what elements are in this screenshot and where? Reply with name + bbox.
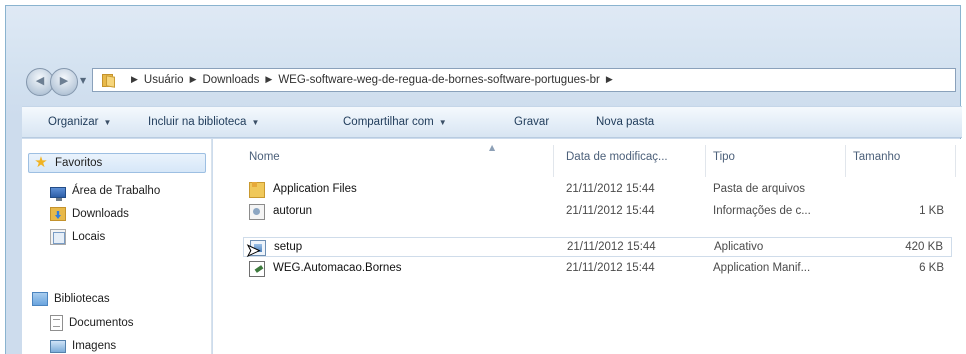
file-date: 21/11/2012 15:44 xyxy=(566,183,655,195)
nav-item-favoritos[interactable]: ★ Favoritos xyxy=(28,153,206,173)
file-row-hovered[interactable]: setup 21/11/2012 15:44 Aplicativo 420 KB xyxy=(243,237,952,257)
nav-item-imagens[interactable]: Imagens xyxy=(50,336,116,354)
nova-pasta-button[interactable]: Nova pasta xyxy=(596,116,654,128)
nav-label: Área de Trabalho xyxy=(72,185,161,197)
nav-item-downloads[interactable]: Downloads xyxy=(50,204,129,224)
star-icon: ★ xyxy=(34,154,48,171)
address-bar[interactable]: ▶ Usuário ▶ Downloads ▶ WEG-software-weg… xyxy=(92,68,956,92)
nav-item-documentos[interactable]: Documentos xyxy=(50,313,134,333)
compartilhar-button[interactable]: Compartilhar com ▼ xyxy=(343,116,447,128)
pictures-icon xyxy=(50,339,66,353)
organizar-button[interactable]: Organizar ▼ xyxy=(48,116,111,128)
incluir-label: Incluir na biblioteca xyxy=(148,116,247,128)
nav-label: Downloads xyxy=(72,208,129,220)
file-list: ▲ Nome Data de modificaç... Tipo Tamanho… xyxy=(213,139,962,354)
file-type: Aplicativo xyxy=(714,241,764,253)
recent-pages-dropdown-icon[interactable]: ▼ xyxy=(80,76,86,85)
column-header-tipo[interactable]: Tipo xyxy=(713,151,735,163)
compartilhar-label: Compartilhar com xyxy=(343,116,434,128)
column-header-tamanho[interactable]: Tamanho xyxy=(853,151,900,163)
breadcrumb-separator-icon: ▶ xyxy=(265,75,273,85)
file-name: WEG.Automacao.Bornes xyxy=(273,262,402,274)
nav-label: Imagens xyxy=(72,340,117,352)
folder-icon xyxy=(249,182,265,198)
file-name: autorun xyxy=(273,205,313,217)
file-date: 21/11/2012 15:44 xyxy=(566,205,655,217)
column-divider[interactable] xyxy=(553,145,554,177)
breadcrumb-current-folder[interactable]: WEG-software-weg-de-regua-de-bornes-soft… xyxy=(278,74,600,86)
file-row[interactable]: autorun 21/11/2012 15:44 Informações de … xyxy=(243,202,952,222)
back-arrow-icon: ◀ xyxy=(35,74,45,87)
column-divider[interactable] xyxy=(955,145,956,177)
mouse-cursor-icon: ➤ xyxy=(245,241,261,261)
nav-label: Documentos xyxy=(69,317,134,329)
file-type: Informações de c... xyxy=(713,205,811,217)
document-icon xyxy=(50,315,63,331)
column-header-data[interactable]: Data de modificaç... xyxy=(566,151,668,163)
file-size: 6 KB xyxy=(919,262,944,274)
file-type: Application Manif... xyxy=(713,262,811,274)
organizar-label: Organizar xyxy=(48,116,99,128)
file-row[interactable]: WEG.Automacao.Bornes 21/11/2012 15:44 Ap… xyxy=(243,259,952,279)
recent-places-icon xyxy=(50,229,66,245)
nav-label: Bibliotecas xyxy=(54,293,110,305)
file-name: Application Files xyxy=(273,183,357,195)
nav-item-locais[interactable]: Locais xyxy=(50,227,105,247)
nav-label: Favoritos xyxy=(55,157,103,169)
nova-pasta-label: Nova pasta xyxy=(596,116,655,128)
desktop-icon xyxy=(50,186,66,201)
breadcrumb-downloads[interactable]: Downloads xyxy=(202,74,259,86)
file-date: 21/11/2012 15:44 xyxy=(567,241,656,253)
breadcrumb-separator-icon[interactable]: ▶ xyxy=(606,75,613,85)
file-type: Pasta de arquivos xyxy=(713,183,806,195)
nav-label: Locais xyxy=(72,231,106,243)
command-toolbar: Organizar ▼ Incluir na biblioteca ▼ Compar… xyxy=(22,106,962,138)
manifest-file-icon xyxy=(249,261,265,277)
nav-item-bibliotecas[interactable]: Bibliotecas xyxy=(32,289,110,309)
chevron-down-icon: ▼ xyxy=(251,118,260,127)
file-row[interactable]: Application Files 21/11/2012 15:44 Pasta… xyxy=(243,180,952,200)
column-divider[interactable] xyxy=(705,145,706,177)
file-size: 1 KB xyxy=(919,205,944,217)
gravar-button[interactable]: Gravar xyxy=(514,116,549,128)
breadcrumb-separator-icon: ▶ xyxy=(189,75,197,85)
setup-information-icon xyxy=(249,204,265,220)
file-name: setup xyxy=(274,241,303,253)
downloads-folder-icon xyxy=(50,207,66,221)
explorer-window: ◀ ▶ ▼ ▶ Usuário ▶ Downloads ▶ WEG-softwa… xyxy=(5,5,962,354)
folder-icon xyxy=(99,72,117,88)
incluir-biblioteca-button[interactable]: Incluir na biblioteca ▼ xyxy=(148,116,259,128)
sort-ascending-icon: ▲ xyxy=(489,143,496,152)
file-size: 420 KB xyxy=(905,241,943,253)
forward-button[interactable]: ▶ xyxy=(50,68,78,96)
nav-item-area-de-trabalho[interactable]: Área de Trabalho xyxy=(50,181,160,201)
gravar-label: Gravar xyxy=(514,116,550,128)
chevron-down-icon: ▼ xyxy=(103,118,112,127)
column-header-nome[interactable]: Nome xyxy=(249,151,280,163)
column-divider[interactable] xyxy=(845,145,846,177)
forward-arrow-icon: ▶ xyxy=(59,74,69,87)
navigation-pane: ★ Favoritos Área de Trabalho Downloads L… xyxy=(22,139,212,354)
breadcrumb-usuario[interactable]: Usuário xyxy=(144,74,184,86)
file-date: 21/11/2012 15:44 xyxy=(566,262,655,274)
address-row: ◀ ▶ ▼ ▶ Usuário ▶ Downloads ▶ WEG-softwa… xyxy=(26,66,956,96)
breadcrumb-separator-icon: ▶ xyxy=(131,75,138,85)
chevron-down-icon: ▼ xyxy=(438,118,447,127)
libraries-icon xyxy=(32,292,48,306)
